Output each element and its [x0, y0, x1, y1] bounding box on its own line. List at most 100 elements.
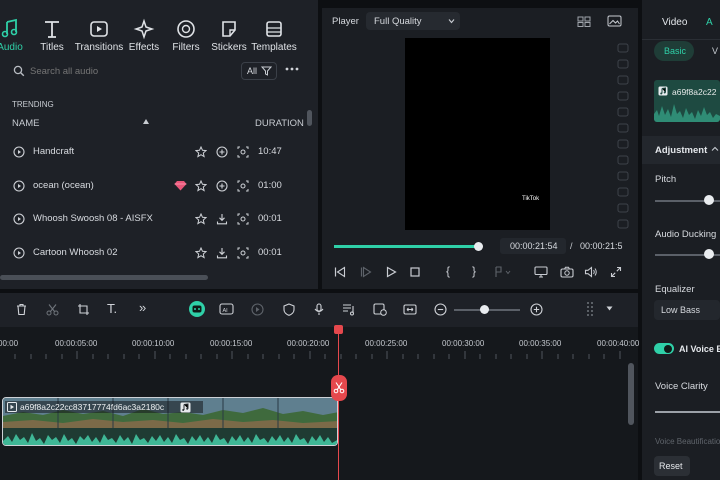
- list-item[interactable]: Handcraft 10:47: [0, 136, 305, 168]
- audio-ducking-slider-handle[interactable]: [704, 249, 714, 259]
- music-note-icon: [658, 86, 668, 96]
- timeline-area[interactable]: 00:00 00:00:05:00 00:00:10:00 00:00:15:0…: [0, 325, 639, 480]
- tab-stickers[interactable]: Stickers: [210, 0, 248, 56]
- microphone-icon[interactable]: [313, 303, 325, 316]
- tab-filters[interactable]: Filters: [167, 0, 205, 56]
- clip-marker-icon[interactable]: [494, 266, 512, 278]
- add-icon[interactable]: [216, 146, 228, 158]
- ai-assistant-icon[interactable]: [188, 300, 206, 318]
- speed-circle-icon[interactable]: [251, 303, 264, 316]
- text-tool-icon[interactable]: T.: [107, 301, 117, 316]
- play-circle-icon[interactable]: [13, 180, 25, 192]
- camera-snapshot-icon[interactable]: [560, 266, 574, 278]
- search-input[interactable]: [30, 62, 230, 80]
- mark-in-icon[interactable]: {: [446, 264, 450, 278]
- tab-audio-properties[interactable]: A: [706, 17, 713, 28]
- subtab-other[interactable]: V: [712, 46, 718, 56]
- column-duration-header[interactable]: DURATION: [255, 118, 304, 129]
- display-settings-icon[interactable]: [534, 266, 548, 278]
- grid-dots-icon[interactable]: [586, 301, 596, 317]
- tab-transitions[interactable]: Transitions: [74, 0, 124, 56]
- caret-down-icon[interactable]: [606, 306, 613, 311]
- tab-effects[interactable]: Effects: [125, 0, 163, 56]
- timeline-clip[interactable]: a69f8a2c22cc83717774fd6ac3a2180c: [2, 397, 338, 446]
- play-circle-icon[interactable]: [13, 247, 25, 259]
- zoom-in-icon[interactable]: [530, 303, 543, 316]
- pitch-slider-handle[interactable]: [704, 195, 714, 205]
- stop-icon[interactable]: [409, 266, 421, 278]
- sticker-icon: [218, 18, 240, 40]
- tab-titles[interactable]: Titles: [32, 0, 72, 56]
- audio-title: Cartoon Whoosh 02: [33, 247, 118, 258]
- shield-icon[interactable]: [283, 303, 295, 316]
- next-frame-icon[interactable]: [360, 266, 372, 278]
- zoom-out-icon[interactable]: [434, 303, 447, 316]
- add-icon[interactable]: [216, 180, 228, 192]
- subtab-basic[interactable]: Basic: [654, 41, 694, 61]
- similar-search-icon[interactable]: [237, 146, 249, 158]
- crop-icon[interactable]: [77, 303, 90, 316]
- tab-stickers-label: Stickers: [211, 42, 247, 53]
- tab-effects-label: Effects: [128, 42, 160, 53]
- list-item[interactable]: ocean (ocean) 01:00: [0, 170, 305, 202]
- tab-templates[interactable]: Templates: [250, 0, 298, 56]
- tab-video[interactable]: Video: [662, 17, 687, 28]
- playback-progress-bar[interactable]: [334, 242, 483, 251]
- quality-select[interactable]: Full Quality: [366, 12, 460, 30]
- player-label: Player: [332, 16, 359, 27]
- star-icon[interactable]: [195, 213, 207, 225]
- play-circle-icon[interactable]: [13, 146, 25, 158]
- fullscreen-icon[interactable]: [610, 266, 622, 278]
- list-item[interactable]: Cartoon Whoosh 02 00:01: [0, 237, 305, 269]
- render-preview-icon[interactable]: [373, 303, 387, 316]
- star-icon[interactable]: [195, 146, 207, 158]
- mark-out-icon[interactable]: }: [472, 264, 476, 278]
- playback-scrubber-handle[interactable]: [473, 242, 483, 251]
- column-name-header[interactable]: NAME: [12, 118, 39, 129]
- sort-icon[interactable]: [142, 118, 150, 126]
- list-scrollbar-vertical[interactable]: [307, 110, 312, 126]
- time-ruler[interactable]: 00:00 00:00:05:00 00:00:10:00 00:00:15:0…: [0, 327, 639, 359]
- more-tools-chevron-icon[interactable]: »: [139, 300, 146, 315]
- filter-button[interactable]: All: [241, 62, 277, 80]
- timeline-scrollbar[interactable]: [628, 363, 634, 425]
- film-strip-decoration: [616, 40, 630, 235]
- star-icon[interactable]: [195, 247, 207, 259]
- list-scrollbar-horizontal[interactable]: [0, 275, 208, 280]
- snapshot-image-icon[interactable]: [607, 15, 622, 27]
- ruler-tick-label: 00:00:05:00: [55, 339, 98, 348]
- reset-button[interactable]: Reset: [654, 456, 690, 476]
- delete-icon[interactable]: [15, 303, 28, 316]
- playhead-line[interactable]: [338, 327, 339, 480]
- ruler-tick-label: 00:00: [0, 339, 19, 348]
- audio-list-icon[interactable]: [342, 303, 356, 316]
- fit-timeline-icon[interactable]: [403, 303, 417, 316]
- play-circle-icon[interactable]: [13, 213, 25, 225]
- ruler-tick-marks: [14, 351, 621, 359]
- adjustment-section-header[interactable]: Adjustment: [642, 136, 720, 164]
- volume-icon[interactable]: [584, 266, 598, 278]
- playhead-handle[interactable]: [334, 325, 343, 334]
- similar-search-icon[interactable]: [237, 213, 249, 225]
- similar-search-icon[interactable]: [237, 180, 249, 192]
- ai-voice-toggle[interactable]: [654, 343, 674, 354]
- equalizer-select[interactable]: Low Bass: [654, 300, 720, 320]
- zoom-slider-handle[interactable]: [480, 305, 489, 314]
- voice-clarity-slider[interactable]: [655, 411, 720, 413]
- previous-frame-icon[interactable]: [334, 266, 346, 278]
- star-icon[interactable]: [195, 180, 207, 192]
- tab-audio[interactable]: Audio: [0, 0, 32, 56]
- clip-audio-waveform: [3, 428, 337, 445]
- similar-search-icon[interactable]: [237, 247, 249, 259]
- ai-video-icon[interactable]: AI: [219, 301, 235, 316]
- play-icon[interactable]: [385, 266, 397, 278]
- reset-button-label: Reset: [659, 461, 683, 471]
- grid-view-icon[interactable]: [577, 16, 591, 27]
- list-item[interactable]: Whoosh Swoosh 08 - AISFX 00:01: [0, 203, 305, 235]
- cut-scissors-icon[interactable]: [46, 303, 59, 316]
- download-icon[interactable]: [216, 247, 228, 259]
- more-options-icon[interactable]: [285, 64, 299, 74]
- split-playhead-button[interactable]: [331, 375, 347, 401]
- video-canvas[interactable]: TikTok: [405, 38, 550, 230]
- download-icon[interactable]: [216, 213, 228, 225]
